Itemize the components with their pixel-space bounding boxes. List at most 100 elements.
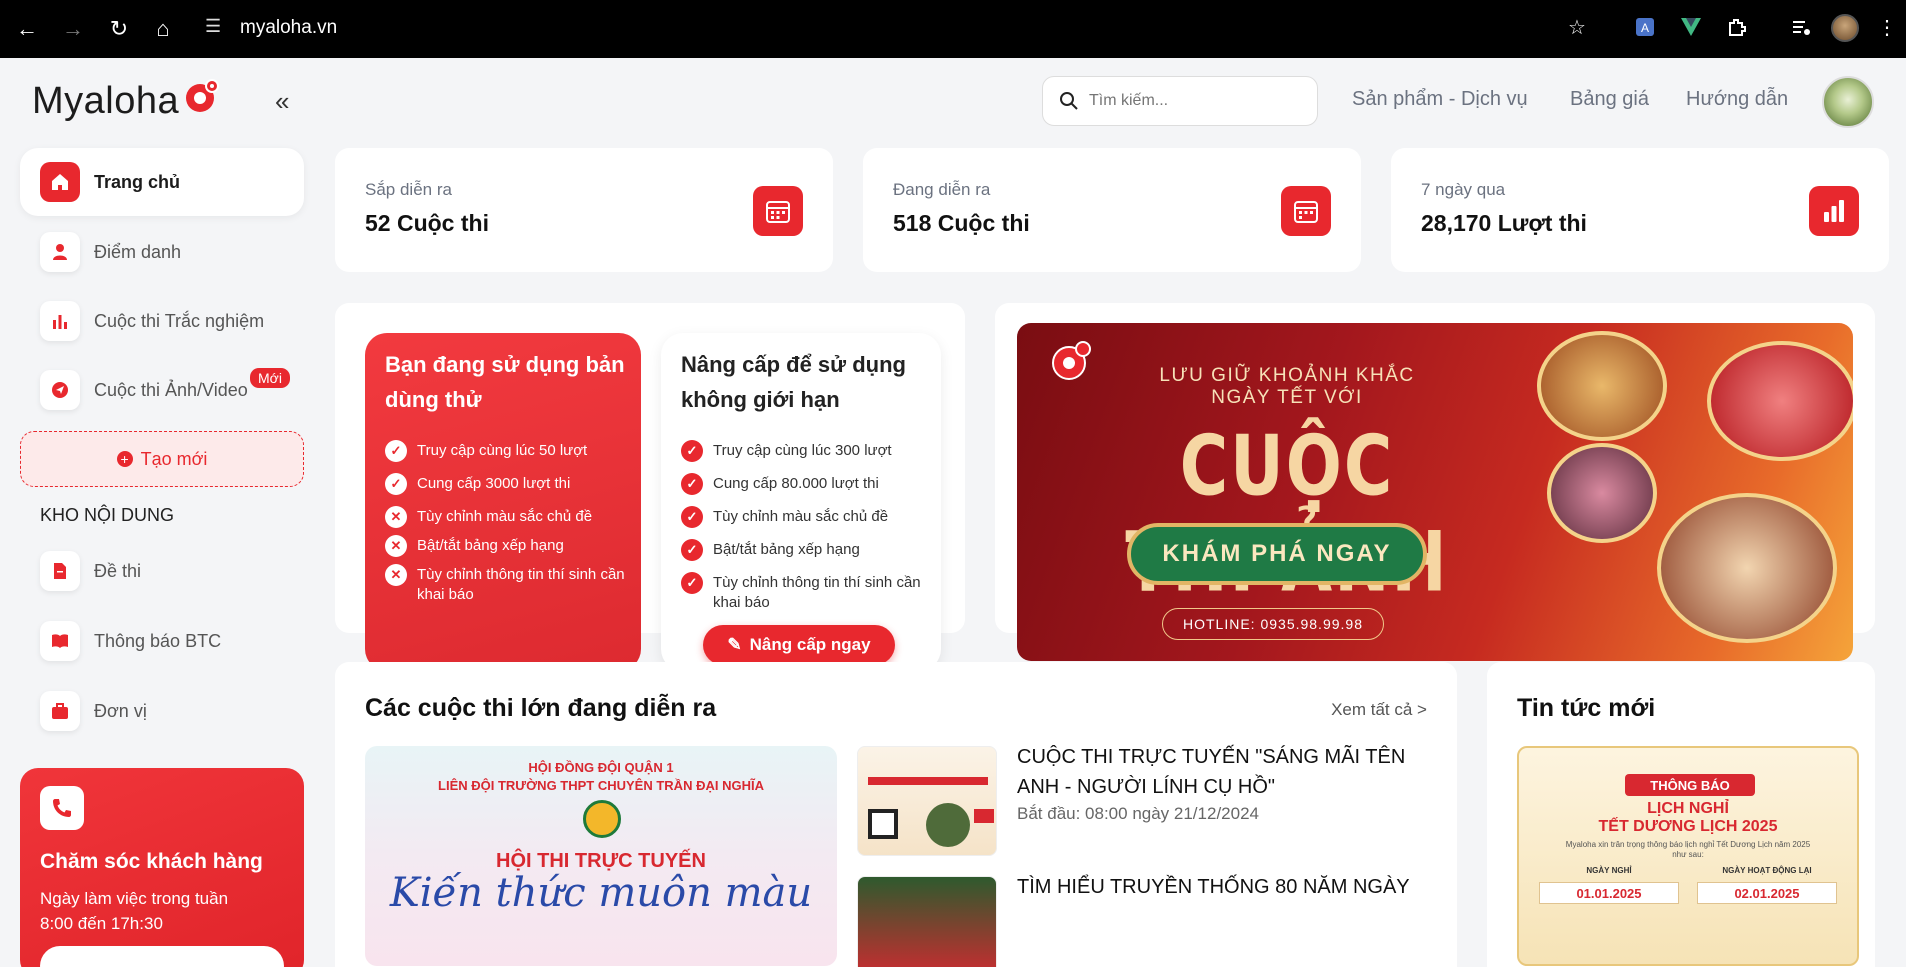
hotline-label: HOTLINE: 0935.98.99.98	[1162, 608, 1384, 640]
user-avatar[interactable]	[1822, 76, 1874, 128]
bar-chart-icon	[40, 301, 80, 341]
sidebar-item-attendance[interactable]: Điểm danh	[20, 218, 304, 286]
send-icon	[40, 370, 80, 410]
bookmark-star-icon[interactable]: ☆	[1564, 14, 1590, 40]
site-settings-icon[interactable]: ☰	[205, 16, 221, 37]
plan-feature: ✓ Cung cấp 3000 lượt thi	[385, 473, 635, 495]
banner-photo-family	[1657, 493, 1837, 643]
news-title-line1: LỊCH NGHỈ	[1647, 800, 1729, 817]
brand-logo[interactable]: Myaloha	[32, 80, 179, 123]
sidebar-item-label: Điểm danh	[94, 241, 182, 262]
magic-wand-icon: ✎	[727, 635, 742, 654]
check-icon: ✓	[681, 572, 703, 594]
plan-feature: ✓ Truy cập cùng lúc 300 lượt	[681, 440, 931, 462]
create-new-label: Tạo mới	[140, 448, 208, 469]
featured-line2: LIÊN ĐỘI TRƯỜNG THPT CHUYÊN TRẦN ĐẠI NGH…	[438, 778, 764, 793]
photo-contest-banner[interactable]: LƯU GIỮ KHOẢNH KHẮC NGÀY TẾT VỚI CUỘC TH…	[1017, 323, 1853, 661]
contact-button[interactable]	[40, 946, 284, 967]
see-all-link[interactable]: Xem tất cả >	[1331, 700, 1427, 720]
sidebar-item-home[interactable]: Trang chủ	[20, 148, 304, 216]
feature-text: Tùy chỉnh thông tin thí sinh cần khai bá…	[713, 574, 921, 611]
home-icon[interactable]: ⌂	[148, 14, 178, 44]
upgrade-now-button[interactable]: ✎ Nâng cấp ngay	[703, 625, 895, 665]
calendar-icon	[753, 186, 803, 236]
nav-products-services[interactable]: Sản phẩm - Dịch vụ	[1352, 88, 1528, 111]
featured-line4: Kiến thức muôn màu	[389, 870, 813, 916]
profile-avatar[interactable]	[1831, 14, 1859, 42]
collapse-sidebar-icon[interactable]: «	[275, 86, 289, 117]
sidebar-item-photo-contest[interactable]: Cuộc thi Ảnh/Video	[20, 356, 304, 424]
vue-extension-icon[interactable]	[1678, 14, 1704, 40]
upgrade-plan-card: Nâng cấp để sử dụng không giới hạn ✓ Truy…	[661, 333, 941, 671]
news-col1-label: NGÀY NGHỈ	[1586, 866, 1632, 875]
care-title: Chăm sóc khách hàng	[40, 850, 263, 873]
nav-pricing[interactable]: Bảng giá	[1570, 88, 1649, 111]
forward-icon[interactable]: →	[58, 14, 88, 44]
care-hours-line2: 8:00 đến 17h:30	[40, 914, 163, 933]
check-icon: ✓	[385, 440, 407, 462]
check-icon: ✓	[681, 506, 703, 528]
news-col2-label: NGÀY HOẠT ĐỘNG LẠI	[1722, 866, 1812, 875]
banner-photo-flowers	[1547, 443, 1657, 543]
news-col2-date: 02.01.2025	[1697, 882, 1837, 904]
reload-icon[interactable]: ↻	[104, 14, 134, 44]
sidebar-item-exams[interactable]: Đề thi	[20, 537, 304, 605]
check-icon: ✓	[681, 539, 703, 561]
plan-feature-list: ✓ Truy cập cùng lúc 300 lượt ✓ Cung cấp 80…	[681, 440, 931, 625]
news-image[interactable]: THÔNG BÁO LỊCH NGHỈ TẾT DƯƠNG LỊCH 2025 …	[1517, 746, 1859, 966]
search-input[interactable]	[1089, 92, 1289, 110]
contest-thumbnail[interactable]	[857, 746, 997, 856]
sidebar-item-quiz-contest[interactable]: Cuộc thi Trắc nghiệm	[20, 287, 304, 355]
contest-thumbnail[interactable]	[857, 876, 997, 967]
sidebar-item-units[interactable]: Đơn vị	[20, 677, 304, 745]
search-box[interactable]	[1042, 76, 1318, 126]
calendar-icon	[1281, 186, 1331, 236]
stat-value: 52 Cuộc thi	[365, 210, 489, 236]
contests-heading: Các cuộc thi lớn đang diễn ra	[365, 694, 717, 722]
plan-feature: ✓ Bật/tắt bảng xếp hạng	[681, 539, 931, 561]
plan-feature: ✕ Tùy chỉnh màu sắc chủ đề	[385, 506, 635, 528]
stat-card-upcoming: Sắp diễn ra 52 Cuộc thi	[335, 148, 833, 272]
stat-card-last-7-days: 7 ngày qua 28,170 Lượt thi	[1391, 148, 1889, 272]
translate-extension-icon[interactable]: A	[1632, 14, 1658, 40]
plan-feature: ✓ Tùy chỉnh thông tin thí sinh cần khai b…	[681, 572, 931, 613]
phone-icon	[40, 786, 84, 830]
cross-icon: ✕	[385, 535, 407, 557]
briefcase-icon	[40, 691, 80, 731]
plan-feature-list: ✓ Truy cập cùng lúc 50 lượt ✓ Cung cấp 300…	[385, 440, 635, 617]
nav-guide[interactable]: Hướng dẫn	[1686, 88, 1788, 111]
content-section-title: KHO NỘI DUNG	[40, 505, 175, 525]
extensions-puzzle-icon[interactable]	[1724, 14, 1750, 40]
feature-text: Truy cập cùng lúc 50 lượt	[417, 442, 588, 459]
feature-text: Tùy chỉnh thông tin thí sinh cần khai bá…	[417, 566, 625, 603]
bar-chart-icon	[1809, 186, 1859, 236]
create-new-button[interactable]: + Tạo mới	[20, 431, 304, 487]
stat-label: Đang diễn ra	[893, 180, 991, 199]
feature-text: Truy cập cùng lúc 300 lượt	[713, 442, 892, 459]
news-panel: Tin tức mới THÔNG BÁO LỊCH NGHỈ TẾT DƯƠN…	[1487, 662, 1875, 967]
browser-menu-icon[interactable]: ⋮	[1874, 14, 1900, 40]
back-icon[interactable]: ←	[12, 14, 42, 44]
news-heading: Tin tức mới	[1517, 694, 1656, 722]
media-control-icon[interactable]	[1788, 14, 1814, 40]
featured-contest-image[interactable]: HỘI ĐỒNG ĐỘI QUẬN 1 LIÊN ĐỘI TRƯỜNG THPT…	[365, 746, 837, 966]
banner-line1: LƯU GIỮ KHOẢNH KHẮC	[1159, 365, 1415, 386]
check-icon: ✓	[681, 473, 703, 495]
svg-text:A: A	[1641, 21, 1649, 35]
book-icon	[40, 621, 80, 661]
sidebar-item-label: Cuộc thi Trắc nghiệm	[94, 310, 265, 331]
banner-photo-food	[1537, 331, 1667, 441]
explore-now-button[interactable]: KHÁM PHÁ NGAY	[1127, 523, 1427, 585]
contest-title[interactable]: CUỘC THI TRỰC TUYẾN "SÁNG MÃI TÊN ANH - …	[1017, 742, 1437, 802]
news-col1-date: 01.01.2025	[1539, 882, 1679, 904]
address-bar[interactable]: myaloha.vn	[240, 17, 337, 39]
contest-title[interactable]: TÌM HIỂU TRUYỀN THỐNG 80 NĂM NGÀY	[1017, 872, 1437, 902]
plan-feature: ✓ Truy cập cùng lúc 50 lượt	[385, 440, 635, 462]
stat-card-ongoing: Đang diễn ra 518 Cuộc thi	[863, 148, 1361, 272]
upgrade-button-label: Nâng cấp ngay	[749, 635, 871, 654]
sidebar-item-announcements[interactable]: Thông báo BTC	[20, 607, 304, 675]
feature-text: Cung cấp 3000 lượt thi	[417, 475, 571, 492]
feature-text: Bật/tắt bảng xếp hạng	[417, 537, 564, 554]
featured-line1: HỘI ĐỒNG ĐỘI QUẬN 1	[528, 760, 674, 775]
contests-panel: Các cuộc thi lớn đang diễn ra Xem tất cả…	[335, 662, 1457, 967]
